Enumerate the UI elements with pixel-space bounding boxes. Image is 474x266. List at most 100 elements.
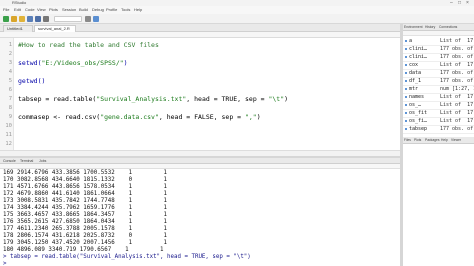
go-to-file-input[interactable]	[54, 16, 82, 22]
code-line[interactable]: #How to read the table and CSV files	[18, 41, 159, 50]
object-icon	[405, 64, 407, 66]
environment-row[interactable]: df_1 177 obs. of	[403, 77, 474, 85]
object-icon	[405, 112, 407, 114]
code-token: setwd(	[18, 59, 42, 67]
environment-row[interactable]: cox List of 17	[403, 61, 474, 69]
menu-debug[interactable]: Debug	[92, 7, 104, 13]
object-value: 177 obs. of	[440, 78, 474, 84]
object-icon	[405, 96, 407, 98]
console-line: 171 4571.6766 443.8656 1578.0534 1 1	[3, 184, 168, 190]
object-name: os_fi…	[409, 118, 428, 124]
editor-tab-bar: Untitled1 survival_anal_2.R	[0, 24, 400, 32]
tab-viewer[interactable]: Viewer	[451, 137, 461, 144]
code-token: , head = FALSE, sep =	[158, 113, 245, 121]
line-number: 9	[8, 114, 12, 120]
code-token: "Survival_Analysis.txt"	[96, 95, 187, 103]
console-line: > tabsep = read.table("Survival_Analysis…	[3, 254, 251, 260]
console-line: 179 3045.1250 437.4520 2007.1456 1 1	[3, 240, 168, 246]
new-file-icon[interactable]	[3, 16, 9, 22]
object-icon	[405, 48, 407, 50]
menu-view[interactable]: View	[37, 7, 46, 13]
console-line: 174 3384.4244 435.7962 1659.1776 1 1	[3, 205, 168, 211]
code-line[interactable]: tabsep = read.table("Survival_Analysis.t…	[18, 95, 288, 104]
environment-row[interactable]: os_… List of 17	[403, 101, 474, 109]
code-line[interactable]: commasep <- read.csv("gene.data.csv", he…	[18, 113, 261, 122]
print-icon[interactable]	[43, 16, 49, 22]
environment-row[interactable]: clini… 177 obs. of	[403, 45, 474, 53]
code-token: )	[284, 95, 289, 103]
object-name: df_1	[409, 78, 422, 84]
code-token: )	[123, 59, 128, 67]
object-name: tabsep	[409, 126, 428, 132]
code-token: , head = TRUE, sep =	[186, 95, 269, 103]
code-editor[interactable]: 1 2 3 4 5 6 7 8 9 10 11 12 #How to read the table a…	[0, 38, 400, 150]
object-name: cox	[409, 62, 419, 68]
menu-code[interactable]: Code	[25, 7, 35, 13]
environment-row[interactable]: clini… 177 obs. of	[403, 53, 474, 61]
object-name: mtr	[409, 86, 419, 92]
save-icon[interactable]	[27, 16, 33, 22]
save-all-icon[interactable]	[35, 16, 41, 22]
object-icon	[405, 72, 407, 74]
tab-environment[interactable]: Environment	[404, 24, 423, 31]
line-number: 3	[8, 60, 12, 66]
environment-row[interactable]: a List of 17	[403, 37, 474, 45]
line-number-gutter: 1 2 3 4 5 6 7 8 9 10 11 12	[0, 38, 14, 150]
console-line: 172 4679.8860 441.6140 1861.0664 1 1	[3, 191, 168, 197]
object-value: List of 17	[440, 62, 474, 68]
tab-history[interactable]: History	[425, 24, 435, 31]
workspace-icon[interactable]	[85, 16, 91, 22]
object-icon	[405, 120, 407, 122]
line-number: 10	[5, 123, 12, 129]
environment-row[interactable]: data 177 obs. of	[403, 69, 474, 77]
files-tab-bar: Files Plots Packages Help Viewer	[403, 137, 474, 144]
menu-file[interactable]: File	[3, 7, 9, 13]
object-value: List of 17	[440, 102, 474, 108]
menu-session[interactable]: Session	[62, 7, 76, 13]
environment-row[interactable]: os_fi… List of 17	[403, 117, 474, 125]
line-number: 11	[5, 132, 12, 138]
object-name: clini…	[409, 46, 428, 52]
object-name: names	[409, 94, 425, 100]
environment-row[interactable]: os_fit List of 17	[403, 109, 474, 117]
object-name: os_…	[409, 102, 422, 108]
object-icon	[405, 128, 407, 130]
object-icon	[405, 80, 407, 82]
object-value: 177 obs. of	[440, 70, 474, 76]
open-project-icon[interactable]	[11, 16, 17, 22]
tab-survival-script[interactable]: survival_anal_2.R	[34, 25, 76, 32]
object-icon	[405, 56, 407, 58]
object-value: List of 17	[440, 118, 474, 124]
console-line: 177 4611.2340 265.3788 2005.1578 1 1	[3, 226, 168, 232]
tab-untitled1[interactable]: Untitled1	[3, 25, 33, 32]
environment-tab-bar: Environment History Connections	[403, 24, 474, 31]
code-line[interactable]: setwd("E:/Videos_obs/SPSS/")	[18, 59, 128, 68]
tab-help[interactable]: Help	[441, 137, 448, 144]
code-line[interactable]: getwd()	[18, 77, 45, 86]
console-line: 178 2806.1574 431.6218 2025.8732 0 1	[3, 233, 168, 239]
menu-edit[interactable]: Edit	[14, 7, 21, 13]
addins-icon[interactable]	[93, 16, 99, 22]
tab-files[interactable]: Files	[404, 137, 411, 144]
code-token: #How to read the table and CSV files	[18, 41, 159, 49]
menu-profile[interactable]: Profile	[106, 7, 117, 13]
tab-plots[interactable]: Plots	[414, 137, 421, 144]
menu-build[interactable]: Build	[79, 7, 88, 13]
line-number: 8	[8, 105, 12, 111]
console-line: 173 3008.5831 435.7842 1744.7748 1 1	[3, 198, 168, 204]
environment-row[interactable]: mtr num [1:27, 1]	[403, 85, 474, 93]
menu-plots[interactable]: Plots	[49, 7, 58, 13]
console-line: 169 2914.6796 433.3856 1700.5532 1 1	[3, 170, 168, 176]
tab-connections[interactable]: Connections	[439, 24, 457, 31]
tab-packages[interactable]: Packages	[425, 137, 439, 144]
console-line: >	[3, 261, 7, 266]
menu-tools[interactable]: Tools	[121, 7, 130, 13]
line-number: 2	[8, 51, 12, 57]
environment-row[interactable]: tabsep 177 obs. of	[403, 125, 474, 133]
object-value: num [1:27, 1]	[440, 86, 474, 92]
menu-help[interactable]: Help	[134, 7, 142, 13]
open-file-icon[interactable]	[19, 16, 25, 22]
line-number: 7	[8, 96, 12, 102]
environment-row[interactable]: names List of 17	[403, 93, 474, 101]
console-output[interactable]: 169 2914.6796 433.3856 1700.5532 1 1 170 …	[0, 169, 400, 266]
